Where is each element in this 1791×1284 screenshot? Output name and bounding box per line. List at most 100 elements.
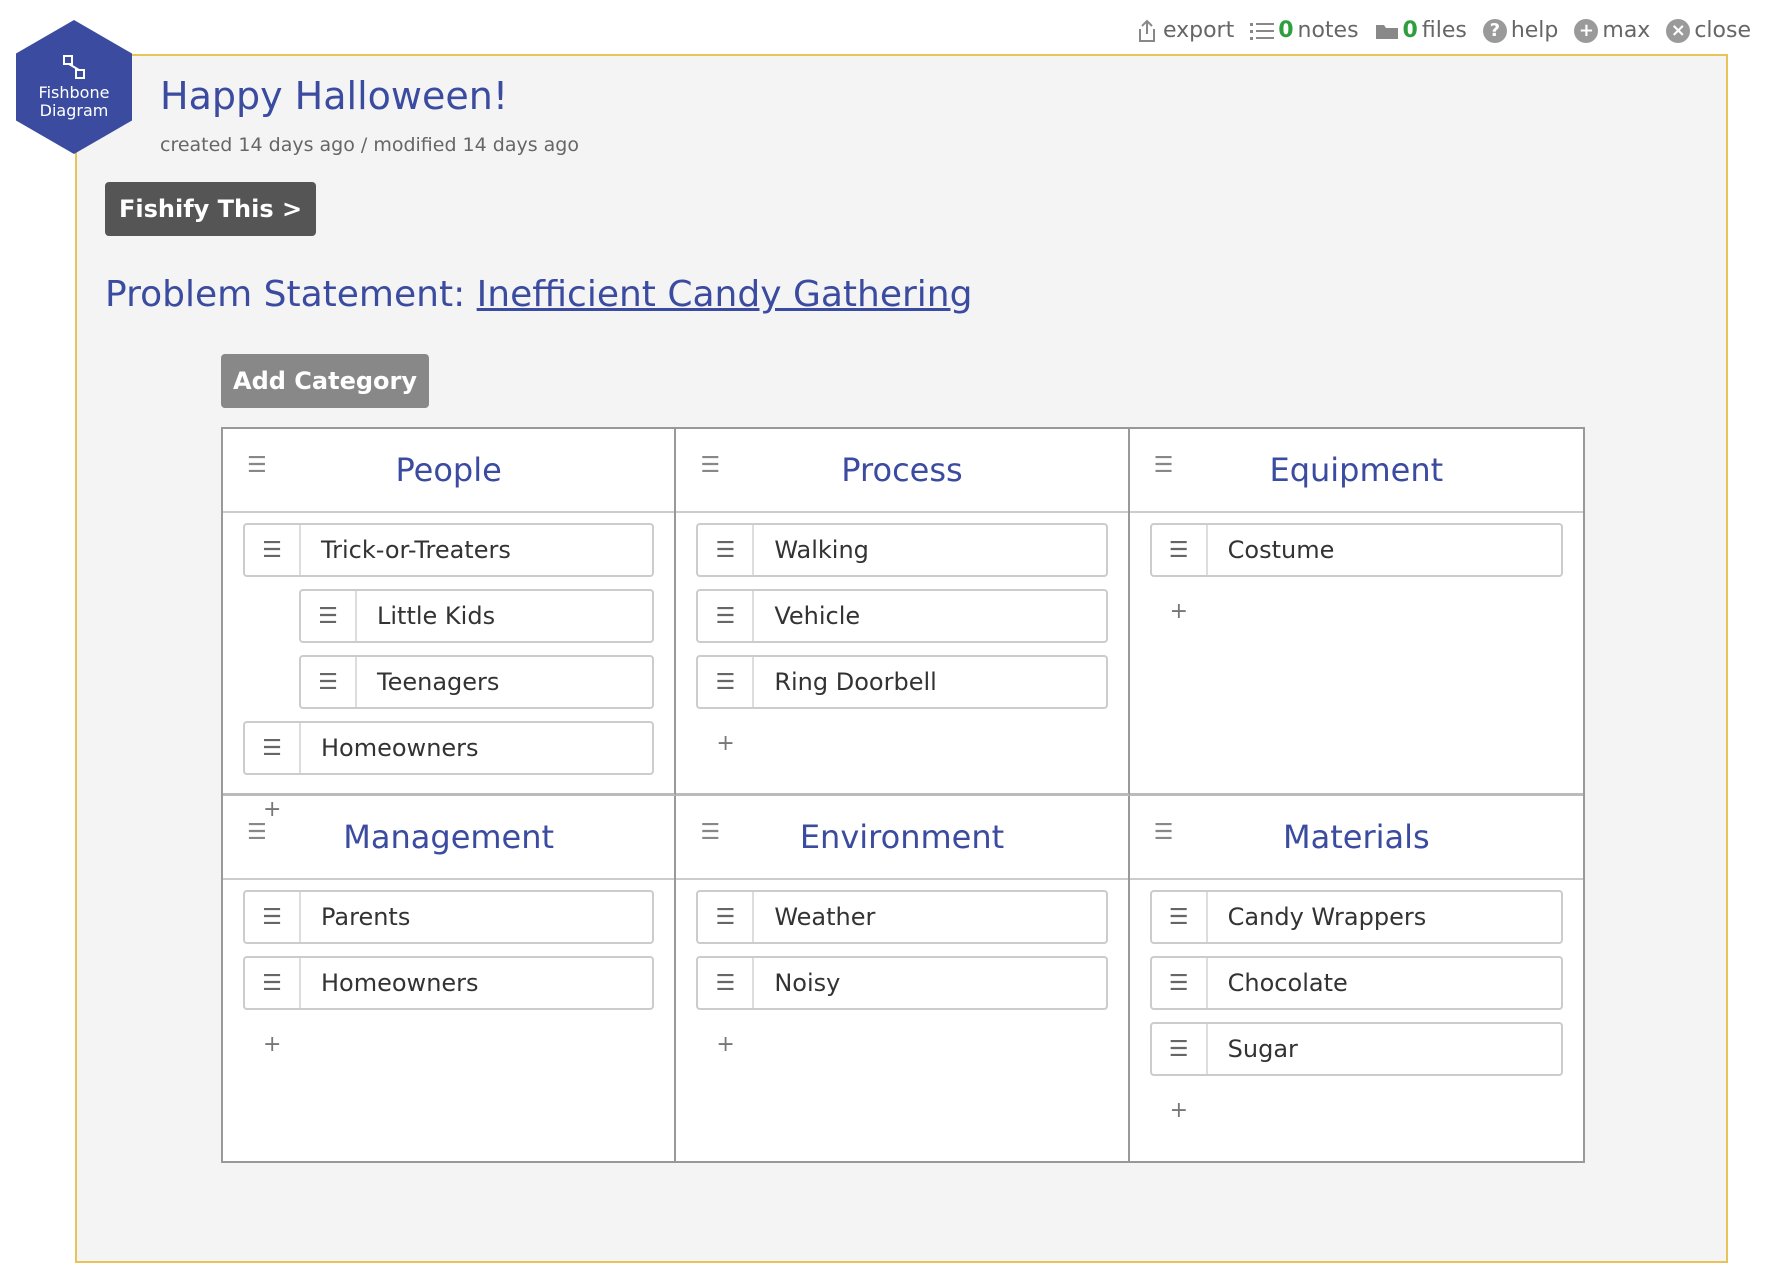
drag-handle-icon[interactable]: ☰ — [301, 591, 357, 641]
drag-handle-icon[interactable]: ☰ — [245, 525, 301, 575]
drag-handle-icon[interactable]: ☰ — [245, 892, 301, 942]
fishify-button[interactable]: Fishify This > — [105, 182, 317, 236]
category-items: ☰ Parents ☰ Homeowners + — [223, 880, 674, 1057]
category-title[interactable]: People — [396, 451, 502, 489]
drag-handle-icon[interactable]: ☰ — [245, 723, 301, 773]
cause-item[interactable]: ☰ Parents — [243, 890, 655, 944]
category-cell: ☰ People ☰ Trick-or-Treaters ☰ Little Kids ☰ Te… — [223, 429, 677, 822]
category-header: ☰ Materials — [1129, 796, 1583, 880]
cause-item-label: Parents — [321, 903, 411, 931]
notes-count: 0 — [1278, 18, 1294, 43]
cause-item-label: Trick-or-Treaters — [321, 536, 511, 564]
category-header: ☰ Equipment — [1129, 429, 1583, 513]
category-drag-handle-icon[interactable]: ☰ — [247, 820, 267, 845]
cause-item[interactable]: ☰ Teenagers — [299, 655, 655, 709]
cause-item[interactable]: ☰ Vehicle — [696, 589, 1108, 643]
category-drag-handle-icon[interactable]: ☰ — [700, 820, 720, 845]
cause-item-label: Little Kids — [377, 602, 496, 630]
help-label: help — [1510, 18, 1559, 43]
category-items: ☰ Weather ☰ Noisy + — [676, 880, 1127, 1057]
category-cell: ☰ Process ☰ Walking ☰ Vehicle ☰ Ring Doorbell + — [676, 429, 1130, 796]
drag-handle-icon[interactable]: ☰ — [301, 657, 357, 707]
category-header: ☰ People — [223, 429, 675, 513]
close-icon: × — [1666, 18, 1691, 43]
cause-item[interactable]: ☰ Sugar — [1149, 1022, 1563, 1076]
drag-handle-icon[interactable]: ☰ — [1152, 892, 1208, 942]
add-item-button[interactable]: + — [263, 1032, 281, 1057]
category-title[interactable]: Equipment — [1269, 451, 1443, 489]
cause-item[interactable]: ☰ Walking — [696, 523, 1108, 577]
cause-item[interactable]: ☰ Homeowners — [243, 956, 655, 1010]
category-title[interactable]: Environment — [800, 818, 1004, 856]
drag-handle-icon[interactable]: ☰ — [698, 892, 755, 942]
cause-item-label: Homeowners — [321, 734, 479, 762]
files-count: 0 — [1402, 18, 1418, 43]
category-cell: ☰ Environment ☰ Weather ☰ Noisy + — [676, 796, 1130, 1161]
folder-icon — [1375, 19, 1399, 43]
drag-handle-icon[interactable]: ☰ — [698, 657, 755, 707]
add-item-button[interactable]: + — [1170, 599, 1188, 624]
export-label: export — [1162, 18, 1235, 43]
drag-handle-icon[interactable]: ☰ — [698, 958, 755, 1008]
files-button[interactable]: 0 files — [1375, 18, 1467, 43]
category-items: ☰ Walking ☰ Vehicle ☰ Ring Doorbell + — [676, 513, 1127, 756]
cause-item-label: Homeowners — [321, 969, 479, 997]
category-header: ☰ Process — [676, 429, 1128, 513]
diagram-icon — [63, 54, 85, 79]
cause-item[interactable]: ☰ Weather — [696, 890, 1108, 944]
close-button[interactable]: × close — [1666, 18, 1751, 43]
problem-statement-link[interactable]: Inefficient Candy Gathering — [477, 274, 973, 315]
drag-handle-icon[interactable]: ☰ — [698, 591, 755, 641]
cause-item-label: Noisy — [774, 969, 841, 997]
category-title[interactable]: Management — [343, 818, 554, 856]
plus-circle-icon: + — [1574, 18, 1599, 43]
export-button[interactable]: export — [1135, 18, 1234, 43]
drag-handle-icon[interactable]: ☰ — [245, 958, 301, 1008]
add-item-button[interactable]: + — [1170, 1098, 1188, 1123]
add-item-button[interactable]: + — [716, 731, 734, 756]
drag-handle-icon[interactable]: ☰ — [698, 525, 755, 575]
category-drag-handle-icon[interactable]: ☰ — [1154, 820, 1174, 845]
problem-statement: Problem Statement: Inefficient Candy Gat… — [105, 274, 972, 315]
files-label: files — [1421, 18, 1467, 43]
list-icon — [1250, 19, 1275, 43]
cause-item-label: Costume — [1227, 536, 1335, 564]
cause-item[interactable]: ☰ Little Kids — [299, 589, 655, 643]
cause-item-label: Chocolate — [1227, 969, 1348, 997]
page-title: Happy Halloween! — [160, 74, 509, 118]
category-grid: ☰ People ☰ Trick-or-Treaters ☰ Little Kids ☰ Te… — [221, 427, 1585, 1163]
category-drag-handle-icon[interactable]: ☰ — [247, 453, 267, 478]
cause-item[interactable]: ☰ Candy Wrappers — [1149, 890, 1563, 944]
notes-button[interactable]: 0 notes — [1250, 18, 1359, 43]
badge-line2: Diagram — [39, 101, 109, 120]
drag-handle-icon[interactable]: ☰ — [1152, 1024, 1208, 1074]
cause-item-label: Walking — [774, 536, 869, 564]
cause-item[interactable]: ☰ Costume — [1149, 523, 1563, 577]
category-drag-handle-icon[interactable]: ☰ — [1154, 453, 1174, 478]
category-drag-handle-icon[interactable]: ☰ — [700, 453, 720, 478]
category-header: ☰ Management — [223, 796, 675, 880]
category-title[interactable]: Process — [841, 451, 962, 489]
add-item-button[interactable]: + — [716, 1032, 734, 1057]
top-toolbar: export 0 notes 0 files ? help + max × cl… — [1135, 18, 1751, 43]
category-header: ☰ Environment — [676, 796, 1128, 880]
help-button[interactable]: ? help — [1482, 18, 1559, 43]
drag-handle-icon[interactable]: ☰ — [1152, 958, 1208, 1008]
category-title[interactable]: Materials — [1283, 818, 1430, 856]
badge-line1: Fishbone — [38, 82, 110, 102]
category-cell: ☰ Management ☰ Parents ☰ Homeowners + — [223, 796, 677, 1161]
help-icon: ? — [1482, 18, 1507, 43]
cause-item[interactable]: ☰ Homeowners — [243, 721, 655, 775]
cause-item[interactable]: ☰ Ring Doorbell — [696, 655, 1108, 709]
page-meta: created 14 days ago / modified 14 days a… — [160, 134, 579, 156]
drag-handle-icon[interactable]: ☰ — [1152, 525, 1208, 575]
close-label: close — [1694, 18, 1751, 43]
cause-item[interactable]: ☰ Chocolate — [1149, 956, 1563, 1010]
max-button[interactable]: + max — [1574, 18, 1650, 43]
category-items: ☰ Candy Wrappers ☰ Chocolate ☰ Sugar + — [1130, 880, 1583, 1123]
cause-item[interactable]: ☰ Trick-or-Treaters — [243, 523, 655, 577]
cause-item[interactable]: ☰ Noisy — [696, 956, 1108, 1010]
cause-item-label: Vehicle — [774, 602, 861, 630]
add-category-button[interactable]: Add Category — [221, 354, 429, 408]
category-items: ☰ Trick-or-Treaters ☰ Little Kids ☰ Teenagers… — [223, 513, 674, 822]
